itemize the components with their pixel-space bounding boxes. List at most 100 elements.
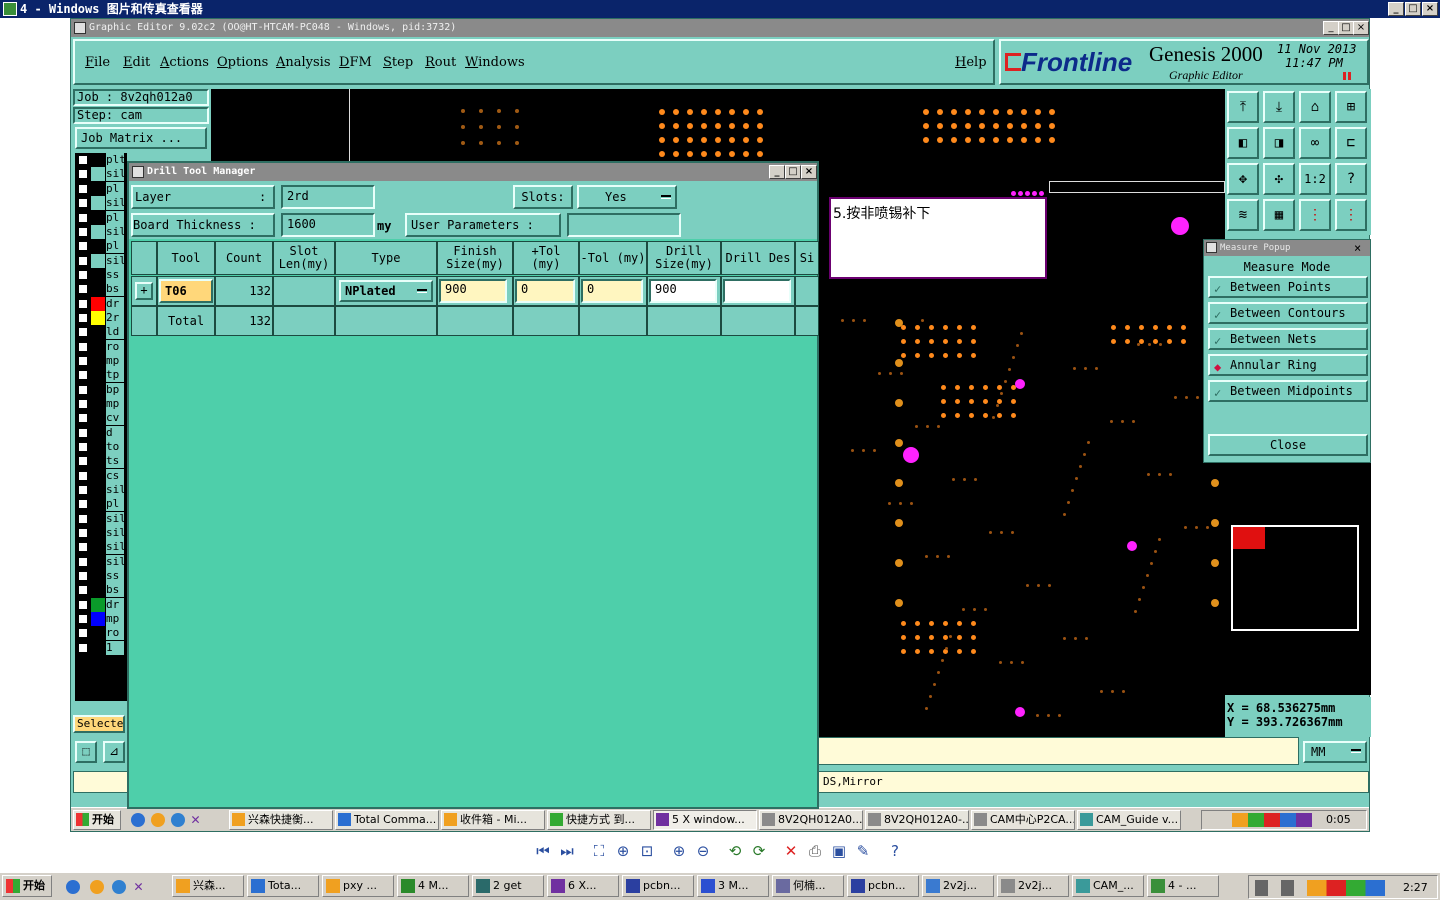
menu-analysis[interactable]: Analysis — [276, 55, 331, 70]
layer-row[interactable]: mp — [75, 354, 127, 368]
inner-task-item[interactable]: Total Comma... — [335, 810, 439, 830]
layer-row[interactable]: sil — [75, 167, 127, 181]
inner-task-item[interactable]: 快捷方式 到... — [547, 810, 651, 830]
measure-option[interactable]: ✓ Between Nets — [1208, 328, 1368, 350]
open-icon[interactable]: ⤒ — [1227, 91, 1259, 123]
save-icon[interactable]: ⤓ — [1263, 91, 1295, 123]
layer-row[interactable]: d — [75, 426, 127, 440]
layer-row[interactable]: sil — [75, 512, 127, 526]
layer-checkbox[interactable] — [77, 470, 89, 482]
layer-checkbox[interactable] — [77, 613, 89, 625]
menu-windows[interactable]: Windows — [465, 55, 525, 70]
layer-row[interactable]: cv — [75, 411, 127, 425]
slideshow-icon[interactable]: ⊡ — [638, 842, 656, 860]
tool-button[interactable]: T06 — [159, 279, 213, 303]
row-expand-button[interactable]: + — [135, 282, 153, 300]
inner-task-item[interactable]: CAM中心P2CA... — [971, 810, 1075, 830]
pan-right-icon[interactable]: ◨ — [1263, 127, 1295, 159]
board-thickness-input[interactable]: 1600 — [281, 213, 375, 237]
layer-row[interactable]: to — [75, 440, 127, 454]
previous-image-icon[interactable]: ⏮ — [534, 842, 552, 860]
genesis-minimize-button[interactable]: _ — [1323, 21, 1339, 35]
layer-row[interactable]: mp — [75, 397, 127, 411]
layer-checkbox[interactable] — [77, 240, 89, 252]
outer-task-item[interactable]: 2v2j... — [922, 875, 994, 897]
rotate-left-icon[interactable]: ⟲ — [726, 842, 744, 860]
measure-tool-button[interactable]: ⊿ — [103, 741, 125, 763]
layer-checkbox[interactable] — [77, 212, 89, 224]
viewer-maximize-button[interactable]: □ — [1405, 2, 1421, 16]
print-icon[interactable]: ⎙ — [806, 842, 824, 860]
layer-checkbox[interactable] — [77, 384, 89, 396]
outer-task-item[interactable]: 何楠... — [772, 875, 844, 897]
overview-map[interactable] — [1225, 463, 1371, 695]
outer-quick-app-icon[interactable] — [90, 880, 104, 894]
inner-quick-x-icon[interactable]: ✕ — [191, 811, 205, 827]
layer-row[interactable]: pl — [75, 497, 127, 511]
menu-actions[interactable]: Actions — [160, 55, 209, 70]
units-selector[interactable]: MM — [1303, 741, 1367, 763]
layer-checkbox[interactable] — [77, 441, 89, 453]
layer-row[interactable]: pl — [75, 182, 127, 196]
inner-task-item[interactable]: CAM_Guide v... — [1077, 810, 1181, 830]
best-fit-icon[interactable]: ⛶ — [590, 842, 608, 860]
layer-row[interactable]: ro — [75, 626, 127, 640]
outer-start-button[interactable]: 开始 — [2, 875, 52, 897]
measure-option[interactable]: ✓ Between Midpoints — [1208, 380, 1368, 402]
viewer-close-button[interactable]: × — [1422, 2, 1438, 16]
layer-row[interactable]: pl — [75, 239, 127, 253]
layer-checkbox[interactable] — [77, 541, 89, 553]
layer-row[interactable]: mp — [75, 612, 127, 626]
feature-filter-icon[interactable]: ⋮ — [1335, 199, 1367, 231]
measure-close-button[interactable]: Close — [1208, 434, 1368, 456]
help-query-icon[interactable]: ? — [1335, 163, 1367, 195]
menu-file[interactable]: File — [85, 55, 110, 70]
inner-task-item[interactable]: 8V2QH012A0-... — [865, 810, 969, 830]
inner-task-item[interactable]: 5 X window... — [653, 810, 757, 830]
layer-checkbox[interactable] — [77, 298, 89, 310]
inner-task-item[interactable]: 8V2QH012A0... — [759, 810, 863, 830]
layer-row[interactable]: bp — [75, 383, 127, 397]
inner-task-item[interactable]: 收件箱 - Mi... — [441, 810, 545, 830]
layer-checkbox[interactable] — [77, 427, 89, 439]
layer-display-icon[interactable]: ≋ — [1227, 199, 1259, 231]
layer-checkbox[interactable] — [77, 312, 89, 324]
outer-task-item[interactable]: 2v2j... — [997, 875, 1069, 897]
inner-quick-app-icon[interactable] — [151, 813, 165, 827]
outer-task-item[interactable]: 2 get — [472, 875, 544, 897]
menu-help[interactable]: Help — [955, 55, 987, 70]
layer-checkbox[interactable] — [77, 455, 89, 467]
delete-icon[interactable]: ✕ — [782, 842, 800, 860]
zoom-in-icon[interactable]: ⊕ — [670, 842, 688, 860]
user-params-input[interactable] — [567, 213, 681, 237]
drill-size-input[interactable]: 900 — [649, 279, 717, 303]
finish-size-input[interactable]: 900 — [439, 279, 507, 303]
outer-task-item[interactable]: pcbn... — [847, 875, 919, 897]
user-params-button[interactable]: User Parameters : — [405, 213, 561, 237]
layer-checkbox[interactable] — [77, 369, 89, 381]
layer-row[interactable]: bs — [75, 583, 127, 597]
layer-checkbox[interactable] — [77, 556, 89, 568]
edit-image-icon[interactable]: ✎ — [854, 842, 872, 860]
layer-row[interactable]: sil — [75, 540, 127, 554]
layer-checkbox[interactable] — [77, 599, 89, 611]
outer-task-item[interactable]: CAM_... — [1072, 875, 1144, 897]
drill-des-input[interactable] — [723, 279, 791, 303]
layer-checkbox[interactable] — [77, 269, 89, 281]
menu-edit[interactable]: Edit — [123, 55, 150, 70]
zoom-1to2-icon[interactable]: 1:2 — [1299, 163, 1331, 195]
snap-icon[interactable]: ⊏ — [1335, 127, 1367, 159]
outer-task-item[interactable]: pxy ... — [322, 875, 394, 897]
menu-step[interactable]: Step — [383, 55, 413, 70]
layer-checkbox[interactable] — [77, 527, 89, 539]
layer-checkbox[interactable] — [77, 154, 89, 166]
menu-rout[interactable]: Rout — [425, 55, 456, 70]
viewer-minimize-button[interactable]: _ — [1388, 2, 1404, 16]
zoom-home-icon[interactable]: ✣ — [1263, 163, 1295, 195]
layer-checkbox[interactable] — [77, 226, 89, 238]
layer-row[interactable]: sil — [75, 254, 127, 268]
layer-row[interactable]: tp — [75, 368, 127, 382]
save-copy-icon[interactable]: ▣ — [830, 842, 848, 860]
message-field[interactable] — [811, 737, 1299, 765]
inner-start-button[interactable]: 开始 — [73, 810, 121, 830]
